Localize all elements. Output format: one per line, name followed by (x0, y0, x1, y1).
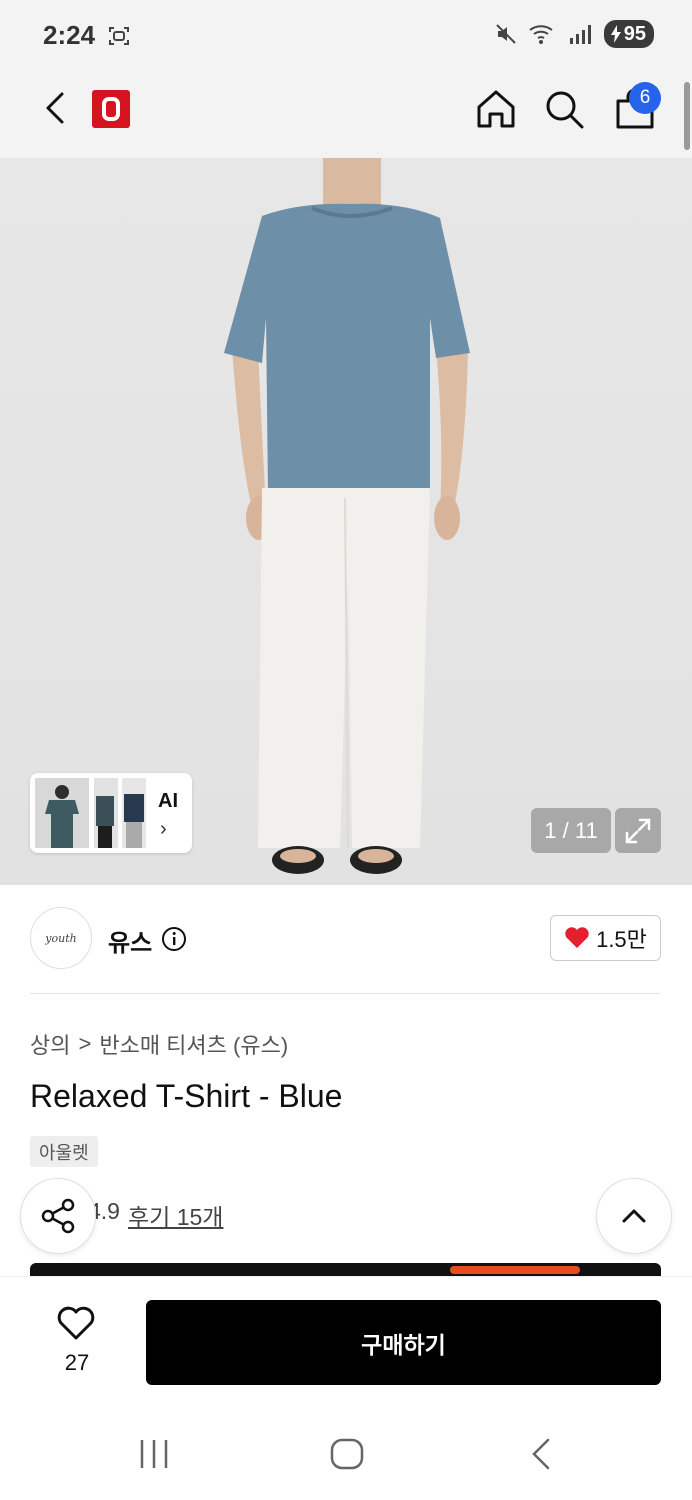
back-arrow-icon[interactable] (36, 86, 76, 130)
ai-thumbnail-1-graphic (35, 778, 89, 848)
scroll-top-button[interactable] (596, 1178, 672, 1254)
ai-thumbnail-2 (94, 778, 118, 848)
cart-count-badge: 6 (629, 82, 661, 114)
breadcrumb-separator: > (78, 1031, 92, 1056)
wish-count: 27 (64, 1350, 90, 1375)
divider (30, 993, 661, 994)
brand-name[interactable]: 유스 (108, 923, 152, 958)
charging-bolt-icon (610, 25, 621, 43)
ai-similar-card[interactable] (30, 773, 192, 853)
ai-thumbnail-1 (35, 778, 89, 848)
back-nav-icon[interactable] (524, 1436, 560, 1472)
breadcrumb-category[interactable]: 상의 (30, 1028, 70, 1060)
brand-logo-badge[interactable] (92, 90, 130, 128)
status-icons: 95 (494, 20, 654, 48)
heart-filled-icon (565, 927, 589, 948)
breadcrumb-subcategory[interactable]: 반소매 티셔츠 (유스) (99, 1028, 288, 1060)
app-header (0, 70, 692, 158)
expand-button[interactable] (615, 808, 661, 853)
signal-icon (569, 25, 591, 44)
heart-outline-icon[interactable] (56, 1304, 96, 1342)
share-button[interactable] (20, 1178, 96, 1254)
breadcrumb: 상의 > 반소매 티셔츠 (유스) (30, 1028, 288, 1060)
brand-like-count: 1.5만 (596, 927, 647, 952)
search-icon[interactable] (541, 86, 587, 132)
battery-level: 95 (623, 22, 646, 45)
battery-indicator: 95 (603, 20, 654, 48)
expand-icon (625, 818, 651, 843)
promo-banner[interactable] (30, 1263, 661, 1277)
brand-like-button[interactable]: 1.5만 (550, 915, 661, 961)
review-link[interactable]: 후기 15개 (128, 1198, 223, 1232)
logo-mark (102, 97, 120, 121)
home-icon[interactable] (473, 86, 519, 132)
image-counter: 1 / 11 (531, 808, 611, 853)
status-time: 2:24 (43, 20, 96, 50)
ai-thumbnail-2-graphic (94, 778, 118, 848)
ai-label: AI (158, 790, 178, 812)
outlet-tag: 아울렛 (30, 1136, 98, 1167)
chevron-up-icon (622, 1209, 646, 1223)
product-title: Relaxed T-Shirt - Blue (30, 1078, 343, 1114)
ai-thumbnail-3 (122, 778, 146, 848)
mute-icon (496, 24, 516, 44)
ai-chevron-icon: › (160, 818, 167, 840)
wifi-icon (529, 25, 553, 44)
ai-thumbnail-3-graphic (122, 778, 146, 848)
status-bar: 2:24 95 (0, 0, 692, 70)
scroll-indicator (684, 82, 690, 150)
home-nav-icon[interactable] (329, 1436, 365, 1472)
review-row: 4.9 후기 15개 (88, 1198, 223, 1232)
info-icon[interactable] (161, 926, 187, 952)
recent-apps-icon[interactable] (136, 1436, 172, 1472)
buy-button[interactable]: 구매하기 (146, 1300, 661, 1385)
brand-avatar-text: youth (45, 931, 77, 945)
screen-record-icon (109, 27, 129, 45)
share-icon (41, 1198, 75, 1234)
brand-avatar[interactable]: youth (30, 907, 92, 969)
